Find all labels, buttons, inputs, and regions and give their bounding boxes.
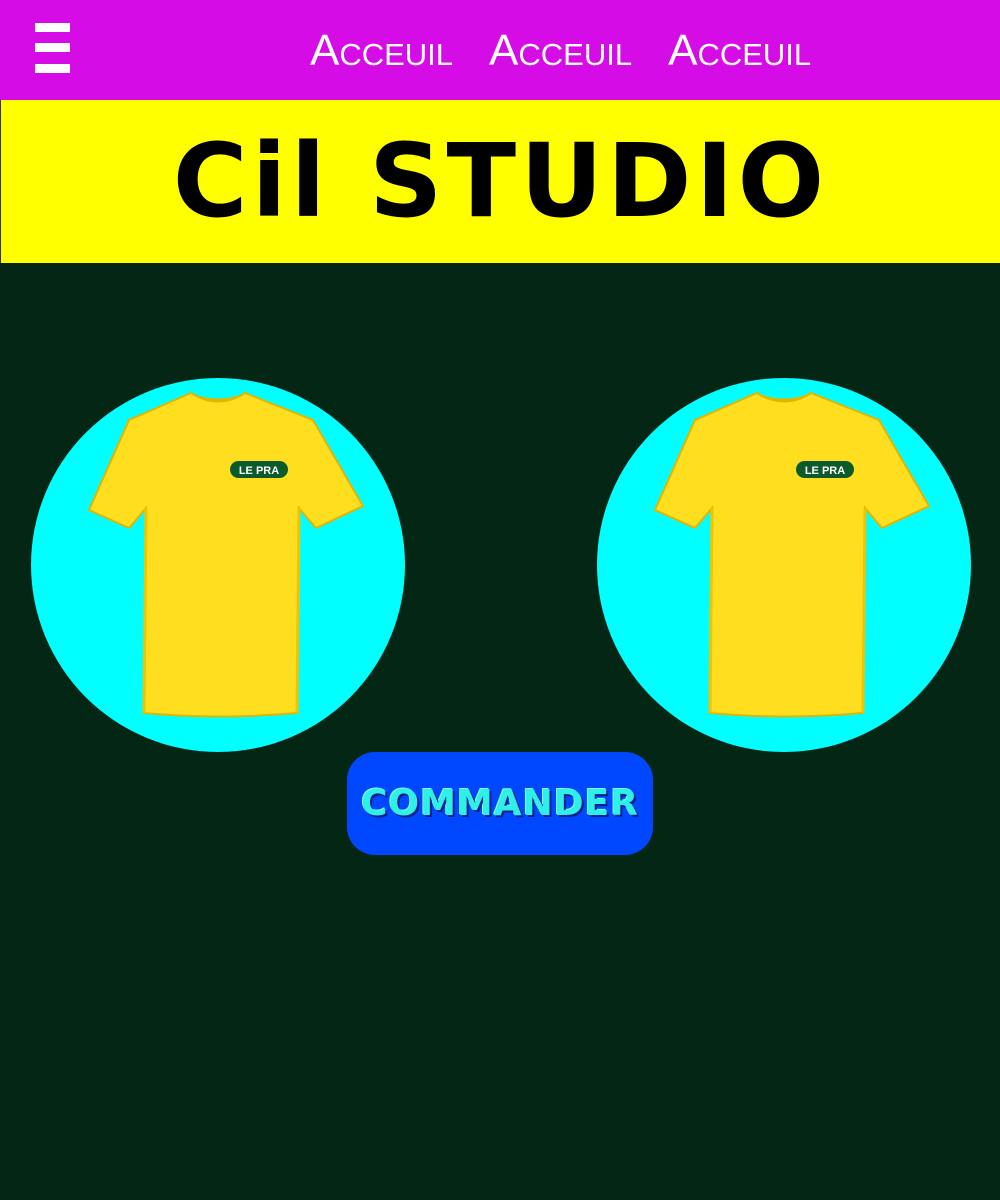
order-button[interactable]: COMMANDER [347, 752, 653, 855]
product-card-1[interactable]: LE PRA [31, 378, 405, 752]
site-banner: Cil STUDIO [0, 100, 1000, 263]
main-nav: Acceuil Acceuil Acceuil [310, 26, 811, 76]
tshirt-logo-text: LE PRA [239, 465, 279, 477]
yellow-tshirt-image: LE PRA [87, 391, 365, 718]
nav-link-acceuil-3[interactable]: Acceuil [668, 26, 811, 76]
hamburger-menu-icon[interactable] [35, 23, 70, 73]
nav-link-acceuil-2[interactable]: Acceuil [489, 26, 632, 76]
yellow-tshirt-image: LE PRA [653, 391, 931, 718]
product-card-2[interactable]: LE PRA [597, 378, 971, 752]
tshirt-logo-text: LE PRA [805, 465, 845, 477]
nav-link-acceuil-1[interactable]: Acceuil [310, 26, 453, 76]
top-navigation-bar: Acceuil Acceuil Acceuil [0, 0, 1000, 100]
site-title: Cil STUDIO [172, 122, 829, 241]
